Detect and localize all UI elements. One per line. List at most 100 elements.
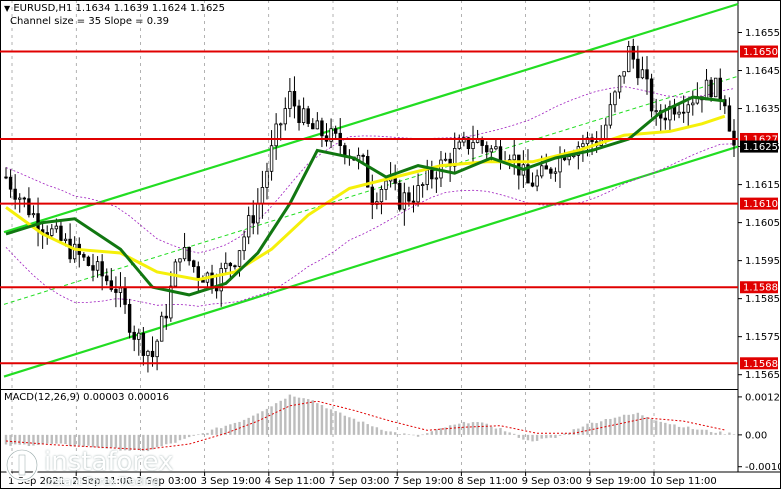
macd-histogram-bar bbox=[407, 434, 411, 435]
dropdown-arrow-icon[interactable]: ▼ bbox=[4, 4, 10, 13]
macd-histogram-bar bbox=[618, 416, 621, 435]
candle-body bbox=[645, 69, 649, 80]
candle-body bbox=[663, 117, 668, 121]
candle bbox=[553, 167, 558, 182]
candle bbox=[127, 298, 132, 339]
candle-body bbox=[315, 120, 320, 130]
macd-histogram-bar bbox=[682, 427, 685, 435]
macd-histogram-bar bbox=[494, 428, 498, 435]
candle bbox=[434, 171, 439, 193]
y-tick-label: 1.1615 bbox=[745, 180, 780, 191]
candle-body bbox=[370, 186, 374, 205]
candle-body bbox=[713, 77, 718, 98]
macd-histogram-bar bbox=[522, 434, 525, 440]
candle-body bbox=[31, 213, 36, 216]
macd-histogram-bar bbox=[50, 434, 53, 444]
candle-body bbox=[613, 91, 617, 106]
candle bbox=[558, 146, 562, 189]
symbol-quote-text: EURUSD,H1 1.1634 1.1639 1.1624 1.1625 bbox=[13, 3, 226, 14]
y-tick-label: 1.1575 bbox=[745, 332, 780, 343]
candle-body bbox=[224, 262, 228, 269]
candle bbox=[242, 230, 246, 260]
y-tick-label: 1.1565 bbox=[745, 370, 780, 381]
candle-body bbox=[649, 78, 654, 112]
macd-histogram-bar bbox=[366, 424, 369, 435]
candle-body bbox=[196, 266, 201, 279]
candle-body bbox=[681, 111, 686, 114]
candle-body bbox=[471, 142, 475, 150]
candle-body bbox=[155, 340, 159, 358]
macd-histogram-bar bbox=[274, 403, 278, 435]
macd-histogram-bar bbox=[96, 434, 99, 448]
candle-body bbox=[443, 158, 448, 161]
moving-averages bbox=[5, 95, 726, 297]
macd-histogram-bar bbox=[110, 434, 113, 448]
candle-body bbox=[398, 182, 402, 210]
candle-body bbox=[237, 250, 242, 267]
macd-histogram-bar bbox=[165, 434, 168, 445]
candle-body bbox=[320, 120, 324, 137]
candle-body bbox=[485, 145, 489, 153]
candle bbox=[137, 328, 141, 356]
candle-body bbox=[631, 45, 635, 60]
macd-histogram-bar bbox=[664, 422, 667, 435]
macd-histogram-bar bbox=[256, 413, 260, 435]
candle bbox=[654, 98, 658, 126]
candle-body bbox=[127, 304, 132, 333]
candle bbox=[192, 259, 196, 273]
candle bbox=[118, 272, 123, 308]
macd-histogram-bar bbox=[448, 425, 452, 435]
macd-histogram-bar bbox=[549, 434, 553, 438]
macd-histogram-bar bbox=[416, 434, 420, 437]
x-tick-label: 3 Sep 19:00 bbox=[201, 476, 261, 487]
candle bbox=[668, 100, 672, 131]
x-tick-label: 10 Sep 11:00 bbox=[650, 476, 717, 487]
macd-histogram-bar bbox=[499, 428, 502, 435]
candle bbox=[443, 152, 448, 162]
macd-histogram-bar bbox=[622, 414, 626, 435]
macd-histogram-bar bbox=[517, 434, 521, 438]
macd-histogram-bar bbox=[503, 431, 507, 435]
candle bbox=[159, 311, 164, 342]
candle-body bbox=[91, 265, 95, 271]
candle bbox=[494, 138, 498, 151]
candle bbox=[691, 90, 695, 116]
macd-histogram-bar bbox=[412, 434, 415, 436]
macd-histogram-bar bbox=[229, 424, 232, 435]
chart-title: ▼ EURUSD,H1 1.1634 1.1639 1.1624 1.1625 bbox=[4, 3, 225, 14]
channel-info: Channel size = 35 Slope = 0.39 bbox=[10, 16, 170, 27]
macd-histogram-bar bbox=[513, 433, 516, 435]
candle-body bbox=[82, 254, 86, 258]
candle-body bbox=[292, 91, 297, 107]
macd-histogram-bar bbox=[4, 434, 8, 445]
candle-body bbox=[233, 265, 237, 268]
candle-body bbox=[640, 69, 645, 79]
candle-body bbox=[494, 146, 498, 150]
y-tick-label: 1.1595 bbox=[745, 256, 780, 267]
level-tag-label: 1.1568 bbox=[743, 359, 778, 370]
candle-body bbox=[457, 141, 461, 149]
candle bbox=[512, 138, 516, 175]
macd-histogram-bar bbox=[348, 417, 351, 435]
macd-tick-label: -0.00104 bbox=[745, 462, 781, 473]
candle bbox=[59, 220, 63, 244]
candle bbox=[4, 167, 8, 180]
macd-histogram-bar bbox=[467, 423, 470, 435]
candle bbox=[265, 162, 269, 200]
candle-body bbox=[636, 58, 640, 79]
chart-area: 1.1655 1.1645 1.1635 1.1625 1.1615 1.1605 1.15… bbox=[0, 0, 781, 489]
candle-body bbox=[279, 123, 283, 126]
candle-body bbox=[567, 156, 571, 161]
candle-body bbox=[402, 192, 407, 210]
candle-body bbox=[256, 203, 260, 224]
candle bbox=[411, 185, 416, 213]
candles bbox=[4, 38, 736, 373]
candle bbox=[68, 223, 72, 263]
candle bbox=[150, 336, 155, 367]
candle-body bbox=[50, 228, 54, 236]
macd-histogram-bar bbox=[242, 419, 246, 435]
macd-histogram-bar bbox=[210, 429, 214, 435]
price-axis[interactable]: 1.1655 1.1645 1.1635 1.1625 1.1615 1.1605 1.15… bbox=[738, 28, 780, 381]
candle-body bbox=[13, 188, 17, 200]
candle-body bbox=[535, 175, 539, 187]
